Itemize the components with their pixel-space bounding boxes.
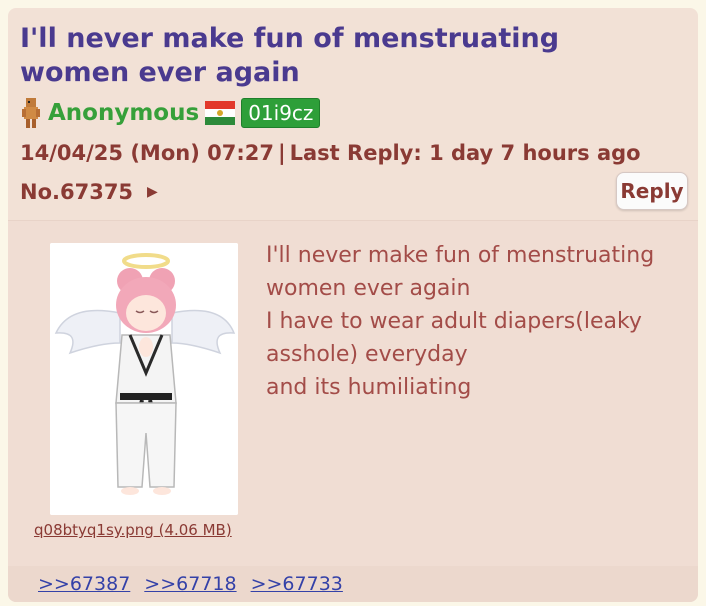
thread-card: I'll never make fun of menstruating wome… — [8, 8, 698, 602]
message-line: I have to wear adult diapers(leaky — [266, 309, 642, 334]
post-message: I'll never make fun of menstruating wome… — [266, 239, 686, 404]
post-body: q08btyq1sy.png (4.06 MB) I'll never make… — [8, 220, 698, 567]
post-date: 14/04/25 (Mon) 07:27 — [20, 141, 274, 165]
author-name[interactable]: Anonymous — [48, 100, 199, 126]
message-line: and its humiliating — [266, 375, 472, 400]
pixel-character-icon — [22, 98, 40, 128]
message-line: women ever again — [266, 276, 471, 301]
post-number-row: No.67375 ▶ — [20, 176, 158, 208]
reply-button[interactable]: Reply — [616, 172, 688, 210]
author-row: Anonymous 01i9cz — [20, 96, 321, 130]
last-reply-text: Last Reply: 1 day 7 hours ago — [289, 141, 641, 165]
post-number[interactable]: No.67375 — [20, 176, 133, 208]
triangle-right-icon[interactable]: ▶ — [147, 176, 158, 208]
reply-link[interactable]: >>67387 — [38, 573, 130, 595]
thread-title: I'll never make fun of menstruating wome… — [20, 23, 560, 88]
message-line: I'll never make fun of menstruating — [266, 243, 655, 268]
reply-link[interactable]: >>67718 — [144, 573, 236, 595]
image-filename-link[interactable]: q08btyq1sy.png (4.06 MB) — [34, 521, 232, 539]
replies-bar: >>67387 >>67718 >>67733 — [8, 566, 698, 602]
message-line: asshole) everyday — [266, 342, 468, 367]
poster-id-badge[interactable]: 01i9cz — [241, 98, 321, 128]
reply-link[interactable]: >>67733 — [251, 573, 343, 595]
post-date-row: 14/04/25 (Mon) 07:27 | Last Reply: 1 day 7… — [20, 141, 641, 165]
country-flag-icon — [205, 101, 236, 125]
attached-image[interactable] — [50, 243, 238, 515]
